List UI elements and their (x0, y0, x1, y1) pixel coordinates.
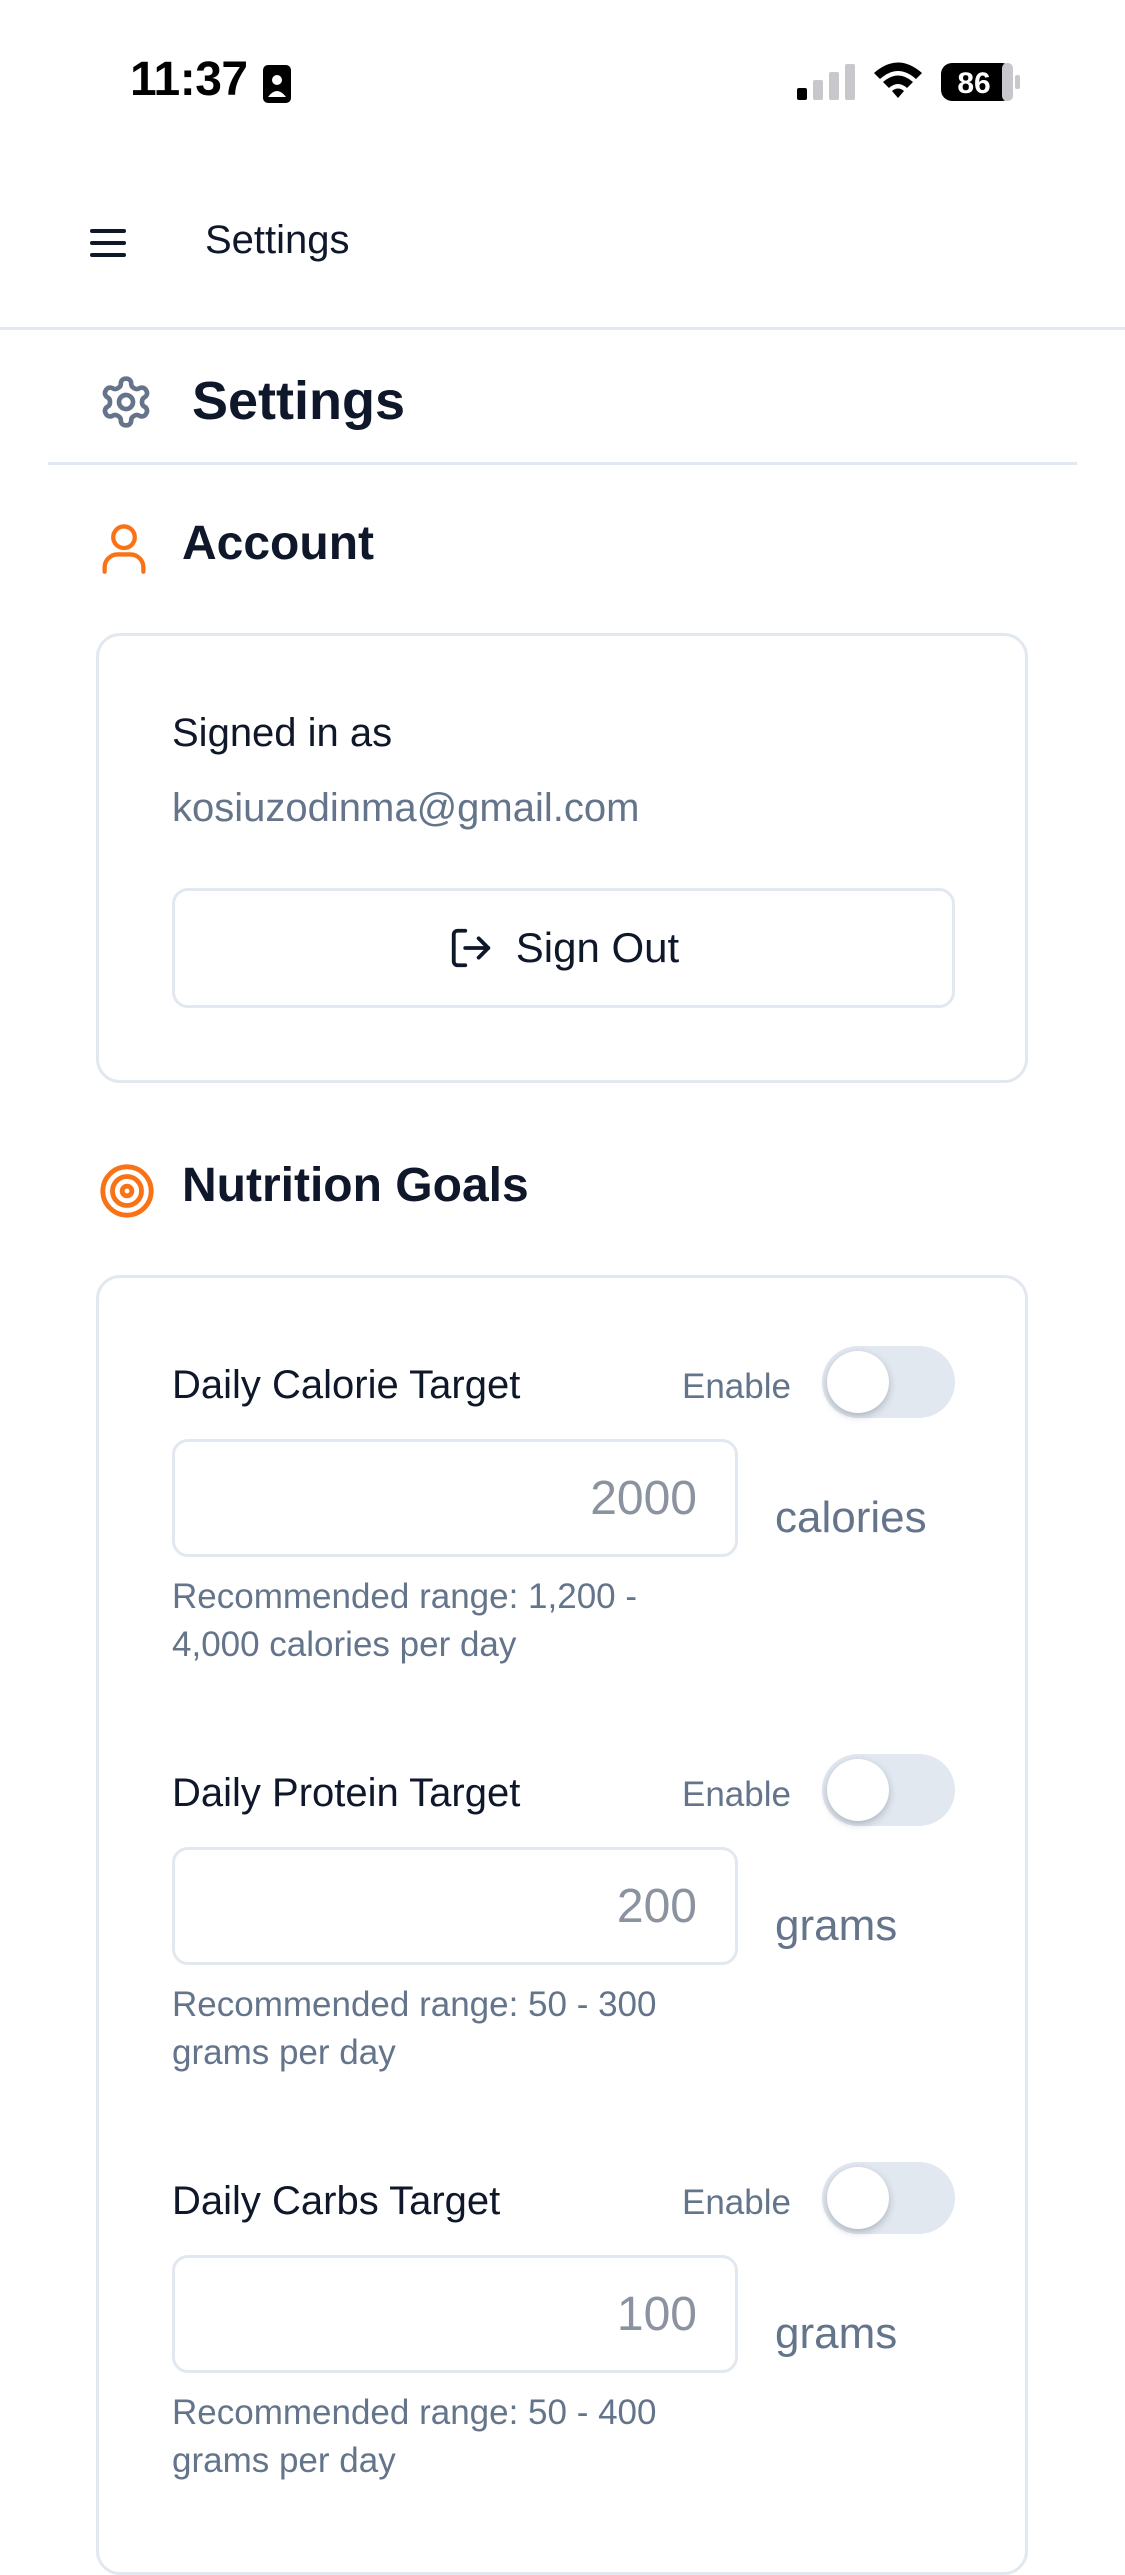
goal-calorie: Daily Calorie Target Enable calories Rec… (172, 1346, 955, 1743)
account-card: Signed in as kosiuzodinma@gmail.com Sign… (96, 633, 1028, 1083)
logout-icon (451, 928, 490, 968)
goal-unit: grams (775, 2309, 898, 2358)
gear-icon (98, 374, 154, 435)
signed-in-label: Signed in as (172, 711, 393, 755)
goal-label: Daily Carbs Target (172, 2179, 501, 2223)
header-title: Settings (205, 218, 350, 262)
battery-level: 86 (957, 67, 990, 100)
wifi-icon (872, 60, 924, 105)
app-header: Settings (0, 160, 1125, 330)
protein-target-input[interactable] (172, 1847, 738, 1965)
account-heading: Account (182, 517, 374, 570)
enable-label: Enable (682, 1367, 791, 1406)
enable-label: Enable (682, 1775, 791, 1814)
goal-hint: Recommended range: 1,200 - 4,000 calorie… (172, 1577, 637, 1664)
target-icon (98, 1162, 156, 1225)
goal-carbs: Daily Carbs Target Enable grams Recommen… (172, 2162, 955, 2559)
status-time: 11:37 (130, 53, 248, 106)
goal-hint: Recommended range: 50 - 400 grams per da… (172, 2393, 657, 2480)
user-icon (98, 520, 150, 581)
sign-out-label: Sign Out (515, 924, 680, 971)
id-card-icon (262, 64, 292, 109)
toggle-knob (827, 2167, 889, 2229)
goal-unit: calories (775, 1493, 927, 1542)
nutrition-heading: Nutrition Goals (182, 1159, 529, 1212)
carbs-target-input[interactable] (172, 2255, 738, 2373)
page-title-row: Settings (48, 330, 1077, 465)
enable-label: Enable (682, 2183, 791, 2222)
toggle-knob (827, 1759, 889, 1821)
protein-enable-toggle[interactable] (822, 1754, 955, 1826)
page-title: Settings (192, 371, 406, 431)
battery-icon: 86 (940, 62, 1022, 107)
goal-protein: Daily Protein Target Enable grams Recomm… (172, 1754, 955, 2151)
carbs-enable-toggle[interactable] (822, 2162, 955, 2234)
sign-out-button[interactable]: Sign Out (172, 888, 955, 1008)
hamburger-menu-icon[interactable] (88, 226, 128, 265)
nutrition-goals-card: Daily Calorie Target Enable calories Rec… (96, 1275, 1028, 2575)
goal-label: Daily Calorie Target (172, 1363, 521, 1407)
calorie-enable-toggle[interactable] (822, 1346, 955, 1418)
goal-label: Daily Protein Target (172, 1771, 521, 1815)
calorie-target-input[interactable] (172, 1439, 738, 1557)
goal-hint: Recommended range: 50 - 300 grams per da… (172, 1985, 657, 2072)
signal-icon (797, 64, 855, 105)
goal-unit: grams (775, 1901, 898, 1950)
signed-in-email: kosiuzodinma@gmail.com (172, 786, 640, 830)
status-bar: 11:37 86 (0, 0, 1125, 150)
toggle-knob (827, 1351, 889, 1413)
